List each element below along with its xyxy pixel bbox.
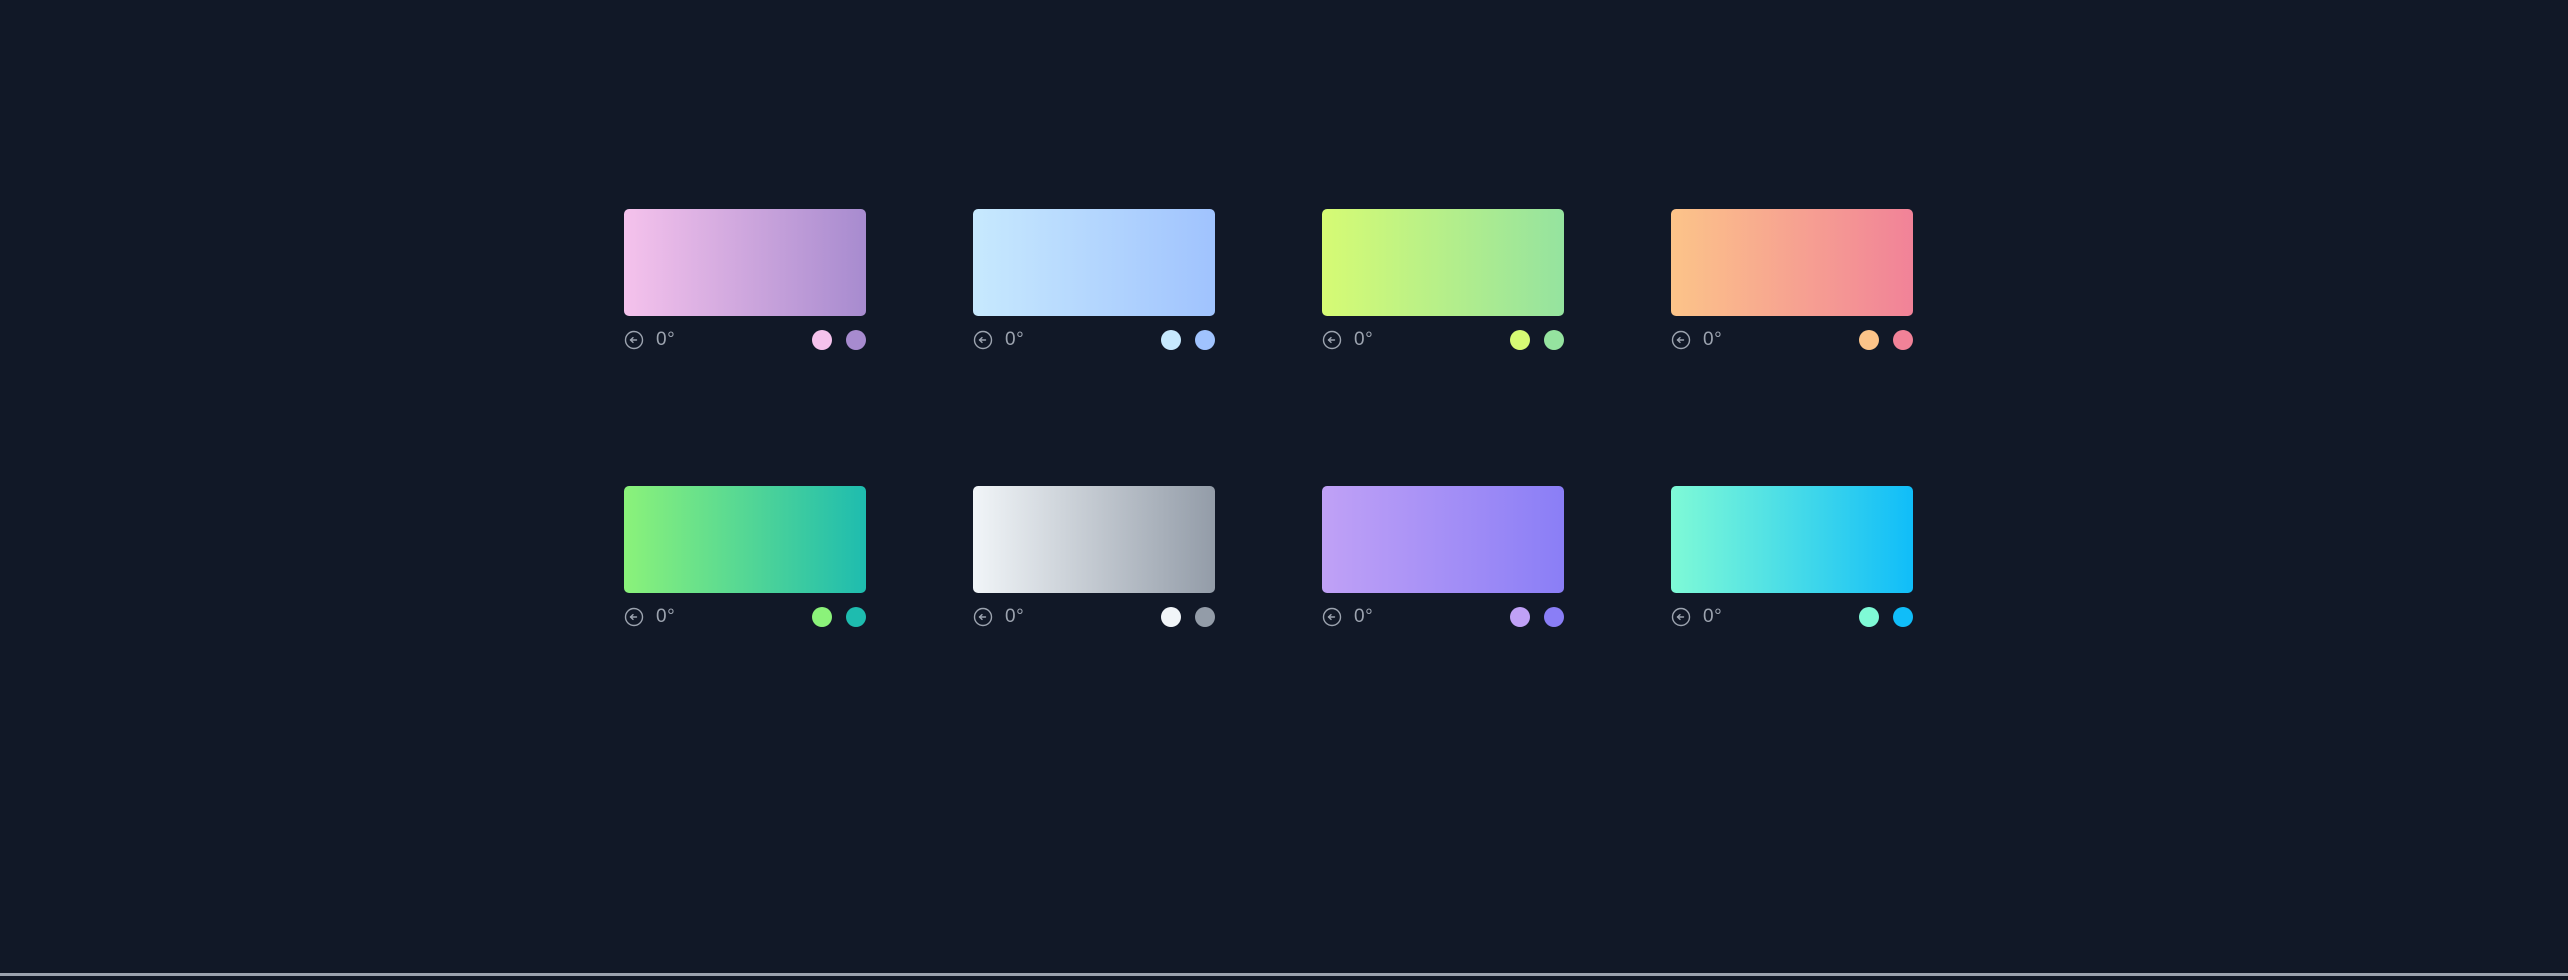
end-color-dot[interactable] <box>846 330 866 350</box>
gradient-card: 0° <box>624 486 866 703</box>
gradient-card: 0° <box>1322 486 1564 703</box>
start-color-dot[interactable] <box>1859 330 1879 350</box>
gradient-swatch[interactable] <box>973 486 1215 593</box>
color-stops <box>1161 330 1215 350</box>
color-stops <box>1161 607 1215 627</box>
angle-value: 0° <box>656 329 676 350</box>
color-stops <box>1510 330 1564 350</box>
angle-value: 0° <box>1703 329 1723 350</box>
end-color-dot[interactable] <box>1893 607 1913 627</box>
gradient-swatch[interactable] <box>624 486 866 593</box>
end-color-dot[interactable] <box>846 607 866 627</box>
gradient-card: 0° <box>973 209 1215 426</box>
gradient-meta-row: 0° <box>1671 328 1913 352</box>
color-stops <box>1859 607 1913 627</box>
gradient-swatch[interactable] <box>973 209 1215 316</box>
angle-control: 0° <box>1322 607 1373 627</box>
rotate-icon[interactable] <box>973 330 993 350</box>
gradient-meta-row: 0° <box>624 605 866 629</box>
gradient-meta-row: 0° <box>973 605 1215 629</box>
color-stops <box>812 330 866 350</box>
rotate-icon[interactable] <box>624 330 644 350</box>
gradient-meta-row: 0° <box>1671 605 1913 629</box>
rotate-icon[interactable] <box>624 607 644 627</box>
start-color-dot[interactable] <box>1510 607 1530 627</box>
end-color-dot[interactable] <box>1195 330 1215 350</box>
start-color-dot[interactable] <box>1510 330 1530 350</box>
rotate-icon[interactable] <box>1671 607 1691 627</box>
angle-control: 0° <box>1671 330 1722 350</box>
start-color-dot[interactable] <box>1161 607 1181 627</box>
angle-value: 0° <box>1005 329 1025 350</box>
angle-control: 0° <box>624 607 675 627</box>
angle-control: 0° <box>973 607 1024 627</box>
gradient-grid: 0° 0° 0° 0° 0° 0° 0° 0° <box>624 209 1913 703</box>
angle-value: 0° <box>1703 606 1723 627</box>
angle-control: 0° <box>1322 330 1373 350</box>
gradient-card: 0° <box>1671 486 1913 703</box>
gradient-meta-row: 0° <box>1322 605 1564 629</box>
gradient-swatch[interactable] <box>1671 209 1913 316</box>
rotate-icon[interactable] <box>1322 330 1342 350</box>
color-stops <box>812 607 866 627</box>
angle-value: 0° <box>1354 329 1374 350</box>
start-color-dot[interactable] <box>812 330 832 350</box>
gradient-gallery-page: 0° 0° 0° 0° 0° 0° 0° 0° <box>0 0 2568 980</box>
start-color-dot[interactable] <box>1859 607 1879 627</box>
color-stops <box>1859 330 1913 350</box>
rotate-icon[interactable] <box>1671 330 1691 350</box>
end-color-dot[interactable] <box>1893 330 1913 350</box>
gradient-meta-row: 0° <box>624 328 866 352</box>
end-color-dot[interactable] <box>1544 607 1564 627</box>
gradient-meta-row: 0° <box>973 328 1215 352</box>
color-stops <box>1510 607 1564 627</box>
gradient-swatch[interactable] <box>624 209 866 316</box>
angle-control: 0° <box>1671 607 1722 627</box>
start-color-dot[interactable] <box>812 607 832 627</box>
angle-value: 0° <box>656 606 676 627</box>
gradient-meta-row: 0° <box>1322 328 1564 352</box>
gradient-swatch[interactable] <box>1322 486 1564 593</box>
gradient-card: 0° <box>973 486 1215 703</box>
start-color-dot[interactable] <box>1161 330 1181 350</box>
angle-value: 0° <box>1005 606 1025 627</box>
end-color-dot[interactable] <box>1544 330 1564 350</box>
gradient-swatch[interactable] <box>1671 486 1913 593</box>
bottom-divider <box>0 973 2568 976</box>
gradient-card: 0° <box>1671 209 1913 426</box>
gradient-card: 0° <box>1322 209 1564 426</box>
rotate-icon[interactable] <box>973 607 993 627</box>
end-color-dot[interactable] <box>1195 607 1215 627</box>
gradient-swatch[interactable] <box>1322 209 1564 316</box>
angle-value: 0° <box>1354 606 1374 627</box>
angle-control: 0° <box>973 330 1024 350</box>
gradient-card: 0° <box>624 209 866 426</box>
angle-control: 0° <box>624 330 675 350</box>
rotate-icon[interactable] <box>1322 607 1342 627</box>
